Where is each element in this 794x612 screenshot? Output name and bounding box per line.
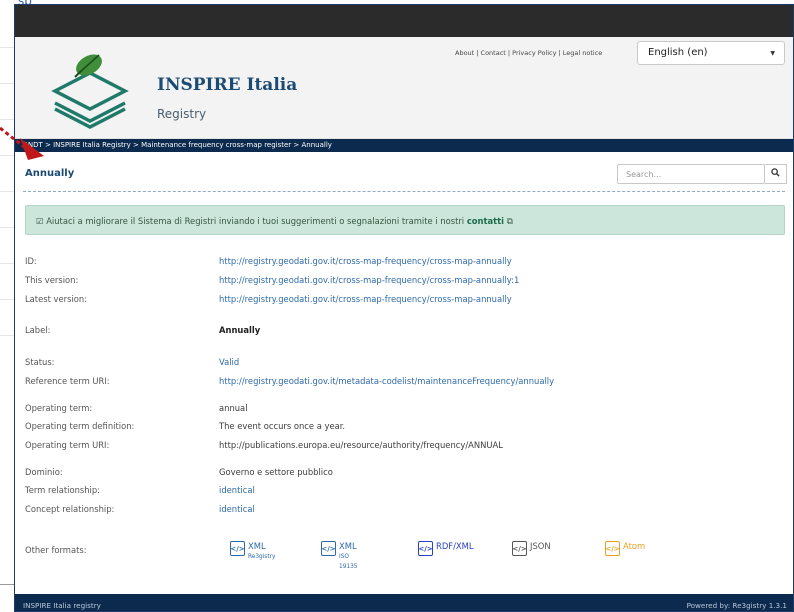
field-label: Latest version: xyxy=(25,294,88,304)
footer-right: Powered by: Re3gistry 1.3.1 xyxy=(686,601,787,610)
field-value: Governo e settore pubblico xyxy=(219,467,333,477)
site-title[interactable]: INSPIRE Italia xyxy=(157,75,297,95)
contacts-link[interactable]: contatti xyxy=(467,216,504,226)
field-value[interactable]: Valid xyxy=(219,357,239,367)
search-input[interactable]: Search... xyxy=(617,164,765,184)
format-name: XML xyxy=(248,541,266,551)
format-name: XML xyxy=(339,541,357,551)
field-value: Annually xyxy=(219,325,261,335)
field-value[interactable]: identical xyxy=(219,485,255,495)
field-label: Operating term definition: xyxy=(25,421,135,431)
field-label: Concept relationship: xyxy=(25,504,115,514)
other-formats-label: Other formats: xyxy=(25,545,87,555)
top-links[interactable]: About | Contact | Privacy Policy | Legal… xyxy=(455,49,602,57)
field-value[interactable]: http://registry.geodati.gov.it/cross-map… xyxy=(219,256,512,266)
feedback-notice: ☑ Aiutaci a migliorare il Sistema di Reg… xyxy=(25,205,785,235)
format-link[interactable]: </> RDF/XML xyxy=(418,541,474,556)
background-list xyxy=(0,12,14,336)
format-link[interactable]: </> JSON xyxy=(512,541,551,556)
field-value[interactable]: http://registry.geodati.gov.it/cross-map… xyxy=(219,294,512,304)
field-value: The event occurs once a year. xyxy=(219,421,346,431)
annotation-arrow-icon xyxy=(0,126,44,160)
language-select-value: English (en) xyxy=(648,47,708,58)
format-subtitle: Re3gistry xyxy=(248,554,276,560)
browser-page: INSPIRE Italia Registry About | Contact … xyxy=(14,4,794,612)
page-title: Annually xyxy=(25,168,75,179)
format-name: Atom xyxy=(623,541,646,551)
field-label: ID: xyxy=(25,256,37,266)
format-label: RDF/XML xyxy=(436,541,474,551)
field-label: This version: xyxy=(25,275,79,285)
checkbox-edit-icon: ☑ xyxy=(36,216,44,226)
top-bar xyxy=(15,5,793,37)
format-name: JSON xyxy=(530,541,551,551)
field-label: Label: xyxy=(25,325,51,335)
format-name: RDF/XML xyxy=(436,541,474,551)
search-button[interactable] xyxy=(765,164,787,184)
code-file-icon: </> xyxy=(230,541,245,556)
format-link[interactable]: </> XML Re3gistry xyxy=(230,541,275,562)
format-link[interactable]: </> XML ISO 19135 xyxy=(321,541,357,572)
format-link[interactable]: </> Atom xyxy=(605,541,645,556)
notice-text: Aiutaci a migliorare il Sistema di Regis… xyxy=(46,216,465,226)
code-file-icon: </> xyxy=(512,541,527,556)
title-row: Annually Search... xyxy=(23,152,787,192)
field-value[interactable]: identical xyxy=(219,504,255,514)
format-label: XML ISO 19135 xyxy=(339,541,357,572)
chevron-down-icon: ▼ xyxy=(770,50,775,57)
field-value: annual xyxy=(219,403,248,413)
field-label: Operating term URI: xyxy=(25,440,110,450)
format-label: JSON xyxy=(530,541,551,551)
field-label: Operating term: xyxy=(25,403,93,413)
field-label: Status: xyxy=(25,357,55,367)
footer: INSPIRE Italia registry Powered by: Re3g… xyxy=(15,594,793,611)
site-subtitle: Registry xyxy=(157,107,207,121)
code-file-icon: </> xyxy=(605,541,620,556)
field-value: http://publications.europa.eu/resource/a… xyxy=(219,440,503,450)
format-subtitle: ISO 19135 xyxy=(339,554,358,570)
format-label: XML Re3gistry xyxy=(248,541,275,562)
breadcrumb[interactable]: RNDT > INSPIRE Italia Registry > Mainten… xyxy=(15,139,793,152)
field-label: Term relationship: xyxy=(25,485,101,495)
field-label: Reference term URI: xyxy=(25,376,110,386)
search-icon xyxy=(771,168,780,177)
field-value[interactable]: http://registry.geodati.gov.it/metadata-… xyxy=(219,376,554,386)
field-value[interactable]: http://registry.geodati.gov.it/cross-map… xyxy=(219,275,519,285)
code-file-icon: </> xyxy=(418,541,433,556)
external-link-icon: ⧉ xyxy=(506,216,513,226)
format-label: Atom xyxy=(623,541,645,551)
inspire-logo-icon[interactable] xyxy=(45,47,135,131)
language-select[interactable]: English (en) ▼ xyxy=(637,41,785,65)
field-label: Dominio: xyxy=(25,467,63,477)
site-header: INSPIRE Italia Registry About | Contact … xyxy=(15,37,793,139)
footer-left: INSPIRE Italia registry xyxy=(23,601,101,610)
code-file-icon: </> xyxy=(321,541,336,556)
